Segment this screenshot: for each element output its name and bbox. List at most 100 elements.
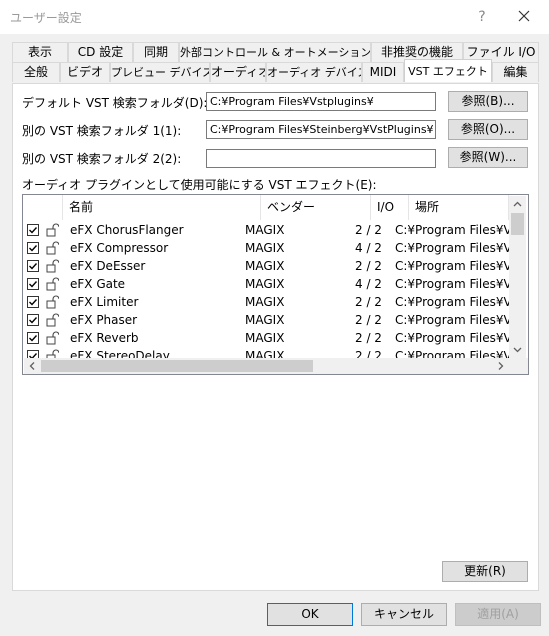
checkmark-icon (29, 281, 38, 288)
vertical-scroll-thumb[interactable] (511, 213, 524, 235)
plugin-vendor: MAGIX (245, 241, 285, 255)
plugin-io: 4 / 2 (355, 277, 382, 291)
checkmark-icon (29, 245, 38, 252)
browse-b-button[interactable]: 参照(B)... (448, 91, 528, 112)
alt-folder-2-input[interactable] (206, 149, 436, 168)
tab-external-control[interactable]: 外部コントロール & オートメーション (179, 42, 371, 62)
horizontal-scroll-thumb[interactable] (41, 360, 313, 372)
list-item[interactable]: eFX Gate MAGIX 4 / 2 C:¥Program Files¥VEGAS (23, 275, 510, 293)
scroll-left-icon[interactable] (24, 358, 40, 374)
plugin-io: 2 / 2 (355, 295, 382, 309)
unlock-icon (45, 259, 60, 273)
default-folder-input[interactable]: C:¥Program Files¥Vstplugins¥ (206, 92, 436, 111)
apply-button[interactable]: 適用(A) (455, 603, 541, 626)
plugin-vendor: MAGIX (245, 277, 285, 291)
tab-general[interactable]: 全般 (12, 62, 60, 82)
column-header-vendor[interactable]: ベンダー (261, 195, 371, 220)
enable-checkbox[interactable] (27, 278, 39, 290)
ok-button[interactable]: OK (267, 603, 353, 626)
tab-preview-device[interactable]: プレビュー デバイス (110, 62, 210, 82)
title-bar (0, 0, 549, 34)
plugin-io: 4 / 2 (355, 241, 382, 255)
tab-audio-device[interactable]: オーディオ デバイス (266, 62, 362, 82)
plugin-vendor: MAGIX (245, 295, 285, 309)
plugin-name: eFX Reverb (70, 331, 139, 345)
cancel-button[interactable]: キャンセル (361, 603, 447, 626)
enable-checkbox[interactable] (27, 296, 39, 308)
plugin-name: eFX Phaser (70, 313, 138, 327)
scroll-right-icon[interactable] (493, 358, 509, 374)
plugin-name: eFX ChorusFlanger (70, 223, 184, 237)
plugin-name: eFX Compressor (70, 241, 169, 255)
list-item[interactable]: eFX Phaser MAGIX 2 / 2 C:¥Program Files¥VEG… (23, 311, 510, 329)
plugin-location: C:¥Program Files¥VEGAS (395, 259, 510, 273)
tab-audio[interactable]: オーディオ (210, 62, 266, 82)
column-header-name[interactable]: 名前 (63, 195, 261, 220)
unlock-icon (45, 223, 60, 237)
tab-cd-settings[interactable]: CD 設定 (68, 42, 133, 62)
tab-display[interactable]: 表示 (12, 42, 68, 62)
window-title: ユーザー設定 (10, 11, 82, 25)
checkmark-icon (29, 317, 38, 324)
checkmark-icon (29, 335, 38, 342)
plugin-name: eFX Limiter (70, 295, 139, 309)
plugin-location: C:¥Program Files¥VEGAS (395, 331, 510, 345)
close-icon (518, 10, 530, 22)
close-button[interactable] (512, 6, 536, 28)
plugin-location: C:¥Program Files¥VEGAS (395, 295, 510, 309)
tab-edit[interactable]: 編集 (492, 62, 539, 82)
column-header-io[interactable]: I/O (371, 195, 409, 220)
checkmark-icon (29, 263, 38, 270)
unlock-icon (45, 241, 60, 255)
column-header-location[interactable]: 場所 (409, 195, 509, 220)
tab-midi[interactable]: MIDI (362, 62, 404, 82)
vertical-scrollbar[interactable] (509, 196, 526, 358)
plugin-io: 2 / 2 (355, 331, 382, 345)
plugin-name: eFX Gate (70, 277, 126, 291)
scrollbar-corner (509, 358, 528, 374)
enable-checkbox[interactable] (27, 332, 39, 344)
unlock-icon (45, 331, 60, 345)
list-item[interactable]: eFX Limiter MAGIX 2 / 2 C:¥Program Files¥VE… (23, 293, 510, 311)
browse-o-button[interactable]: 参照(O)... (448, 119, 528, 140)
scroll-down-icon[interactable] (509, 342, 526, 358)
plugin-location: C:¥Program Files¥VEGAS (395, 277, 510, 291)
alt-folder-1-input[interactable]: C:¥Program Files¥Steinberg¥VstPlugins¥ (206, 120, 436, 139)
plugin-io: 2 / 2 (355, 313, 382, 327)
list-item[interactable]: eFX ChorusFlanger MAGIX 2 / 2 C:¥Program Fi… (23, 221, 510, 239)
plugin-vendor: MAGIX (245, 331, 285, 345)
plugin-vendor: MAGIX (245, 313, 285, 327)
checkmark-icon (29, 299, 38, 306)
checkmark-icon (29, 227, 38, 234)
browse-w-button[interactable]: 参照(W)... (448, 147, 528, 168)
plugin-vendor: MAGIX (245, 223, 285, 237)
enable-checkbox[interactable] (27, 224, 39, 236)
list-item[interactable]: eFX Compressor MAGIX 4 / 2 C:¥Program Files… (23, 239, 510, 257)
enable-checkbox[interactable] (27, 242, 39, 254)
tab-vst-effects[interactable]: VST エフェクト (404, 59, 492, 82)
plugin-name: eFX DeEsser (70, 259, 146, 273)
refresh-button[interactable]: 更新(R) (442, 561, 528, 582)
unlock-icon (45, 277, 60, 291)
alt-folder-1-label: 別の VST 検索フォルダ 1(1): (22, 124, 182, 138)
alt-folder-2-label: 別の VST 検索フォルダ 2(2): (22, 152, 182, 166)
tab-video[interactable]: ビデオ (60, 62, 110, 82)
list-item[interactable]: eFX DeEsser MAGIX 2 / 2 C:¥Program Files¥VE… (23, 257, 510, 275)
scroll-up-icon[interactable] (509, 196, 526, 212)
plugin-location: C:¥Program Files¥VEGAS (395, 313, 510, 327)
enable-checkbox[interactable] (27, 260, 39, 272)
plugin-location: C:¥Program Files¥VEGAS (395, 223, 510, 237)
vst-list-caption: オーディオ プラグインとして使用可能にする VST エフェクト(E): (22, 178, 377, 192)
tab-sync[interactable]: 同期 (133, 42, 179, 62)
column-header-check[interactable] (23, 195, 63, 220)
plugin-io: 2 / 2 (355, 259, 382, 273)
default-folder-label: デフォルト VST 検索フォルダ(D): (22, 96, 208, 110)
help-button[interactable]: ? (472, 7, 492, 27)
unlock-icon (45, 313, 60, 327)
horizontal-scrollbar[interactable] (24, 358, 509, 374)
enable-checkbox[interactable] (27, 314, 39, 326)
list-item[interactable]: eFX Reverb MAGIX 2 / 2 C:¥Program Files¥VEG… (23, 329, 510, 347)
plugin-vendor: MAGIX (245, 259, 285, 273)
plugin-io: 2 / 2 (355, 223, 382, 237)
vst-effects-list[interactable]: 名前 ベンダー I/O 場所 eFX ChorusFlanger MAGIX 2 /… (22, 194, 529, 375)
